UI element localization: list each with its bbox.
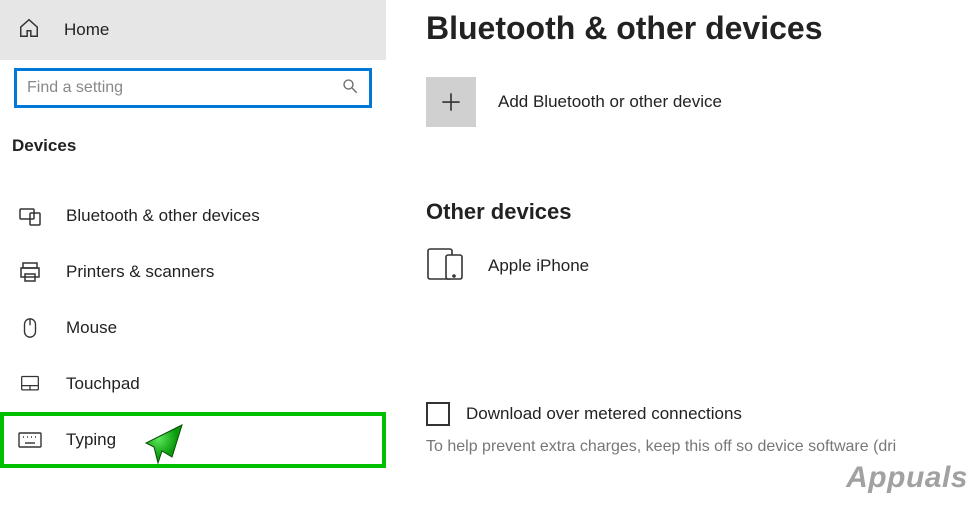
home-icon <box>18 17 40 44</box>
sidebar-item-label: Bluetooth & other devices <box>66 206 260 226</box>
printer-icon <box>18 260 42 284</box>
metered-section: Download over metered connections To hel… <box>426 402 944 456</box>
mouse-icon <box>18 316 42 340</box>
annotation-arrow-icon <box>132 413 186 467</box>
sidebar-item-label: Touchpad <box>66 374 140 394</box>
home-label: Home <box>64 20 109 40</box>
sidebar-item-label: Mouse <box>66 318 117 338</box>
sidebar-item-label: Printers & scanners <box>66 262 214 282</box>
sidebar-item-mouse[interactable]: Mouse <box>0 300 386 356</box>
plus-icon <box>426 77 476 127</box>
page-title: Bluetooth & other devices <box>426 10 944 47</box>
metered-checkbox-row[interactable]: Download over metered connections <box>426 402 944 426</box>
sidebar-item-label: Typing <box>66 430 116 450</box>
sidebar-item-touchpad[interactable]: Touchpad <box>0 356 386 412</box>
home-nav[interactable]: Home <box>0 0 386 60</box>
hint-text: To help prevent extra charges, keep this… <box>426 438 944 456</box>
add-device-label: Add Bluetooth or other device <box>498 92 722 112</box>
sidebar: Home Devices Bluetooth & other devices <box>0 0 386 505</box>
add-device-button[interactable]: Add Bluetooth or other device <box>426 77 722 127</box>
search-input[interactable] <box>27 79 341 97</box>
section-title: Devices <box>0 108 386 168</box>
sidebar-item-printers[interactable]: Printers & scanners <box>0 244 386 300</box>
phone-tablet-icon <box>426 245 466 286</box>
nav-list: Bluetooth & other devices Printers & sca… <box>0 188 386 468</box>
main-content: Bluetooth & other devices Add Bluetooth … <box>386 0 974 505</box>
sidebar-item-bluetooth[interactable]: Bluetooth & other devices <box>0 188 386 244</box>
checkbox-label: Download over metered connections <box>466 404 742 424</box>
touchpad-icon <box>18 372 42 396</box>
other-devices-heading: Other devices <box>426 199 944 225</box>
search-icon <box>341 77 359 100</box>
device-row[interactable]: Apple iPhone <box>426 239 944 292</box>
keyboard-icon <box>18 428 42 452</box>
checkbox-icon[interactable] <box>426 402 450 426</box>
sidebar-item-typing[interactable]: Typing <box>0 412 386 468</box>
bluetooth-devices-icon <box>18 204 42 228</box>
device-label: Apple iPhone <box>488 256 589 276</box>
search-box[interactable] <box>14 68 372 108</box>
